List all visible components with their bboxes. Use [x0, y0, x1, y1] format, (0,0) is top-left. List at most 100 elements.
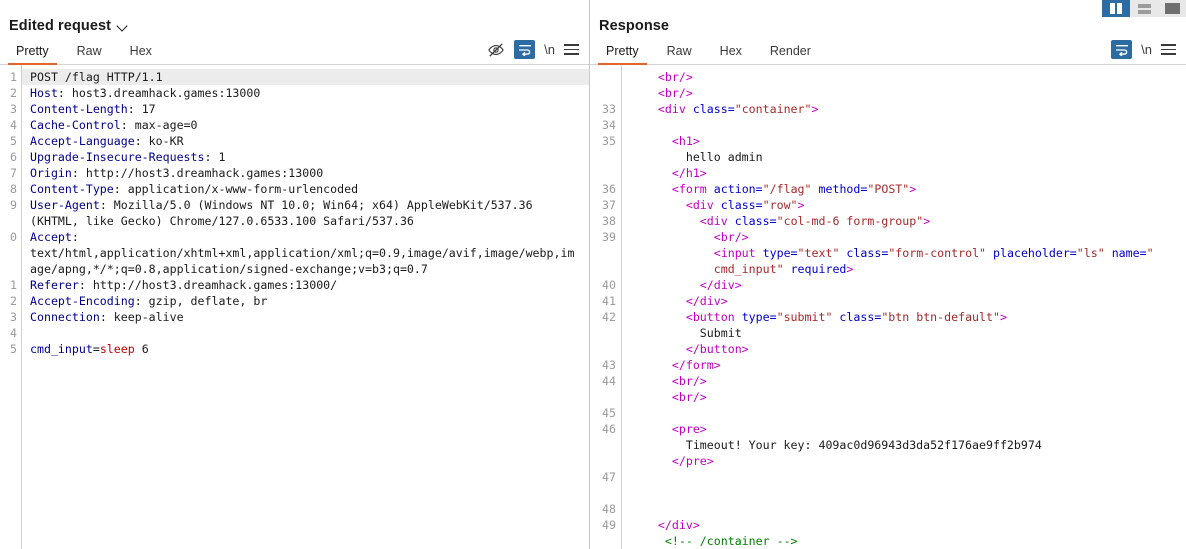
code-line: Origin: http://host3.dreamhack.games:130… [30, 165, 589, 181]
newline-label-request[interactable]: \n [544, 42, 555, 57]
code-token: Content-Length [30, 102, 128, 116]
code-token: cmd_input [30, 342, 93, 356]
line-number: 38 [602, 214, 616, 228]
code-token: cmd_input" [713, 262, 784, 276]
request-line-numbers: 1 2 3 4 5 6 7 8 9 0 1 2 3 4 5 [0, 65, 22, 549]
request-tab-bar: Pretty Raw Hex \n [0, 38, 589, 65]
code-line: (KHTML, like Gecko) Chrome/127.0.6533.10… [30, 213, 589, 229]
code-token: <input [713, 246, 763, 260]
code-token: Cache-Control [30, 118, 121, 132]
request-pane: Edited request Pretty Raw Hex \n 1 2 3 4… [0, 0, 589, 549]
menu-icon-request[interactable] [564, 43, 579, 56]
code-line: Submit [630, 325, 1186, 341]
tab-request-pretty[interactable]: Pretty [2, 44, 63, 65]
line-number: 1 [10, 278, 17, 292]
code-line: cmd_input" required> [630, 261, 1186, 277]
request-code[interactable]: POST /flag HTTP/1.1 Host: host3.dreamhack… [22, 65, 589, 549]
line-number: 2 [10, 294, 17, 308]
code-line: hello admin [630, 149, 1186, 165]
code-line: Content-Length: 17 [30, 101, 589, 117]
tab-request-raw[interactable]: Raw [63, 44, 116, 64]
code-line: </form> [630, 357, 1186, 373]
menu-icon-response[interactable] [1161, 43, 1176, 56]
code-token: type= [741, 310, 777, 324]
code-line: <br/> [630, 229, 1186, 245]
line-number: 40 [602, 278, 616, 292]
code-token: > [811, 102, 819, 116]
code-token: " [1146, 246, 1154, 260]
request-code-area[interactable]: 123456789012345 POST /flag HTTP/1.1 Host:… [0, 65, 589, 549]
horizontal-split-layout-button[interactable] [1130, 0, 1158, 17]
word-wrap-toggle-request[interactable] [514, 40, 536, 59]
code-line: Accept-Language: ko-KR [30, 133, 589, 149]
tab-response-render[interactable]: Render [756, 44, 825, 64]
tab-response-raw[interactable]: Raw [653, 44, 706, 64]
code-token: : ko-KR [134, 134, 184, 148]
line-number: 41 [602, 294, 616, 308]
code-token: "col-md-6 form-group" [776, 214, 924, 228]
line-number: 45 [602, 406, 616, 420]
code-token: "text" [797, 246, 840, 260]
code-token: </button> [685, 342, 749, 356]
tab-response-pretty[interactable]: Pretty [592, 44, 653, 65]
response-tab-bar: Pretty Raw Hex Render \n [590, 38, 1186, 65]
tab-request-hex[interactable]: Hex [116, 44, 166, 64]
code-token: Submit [630, 326, 742, 340]
response-pane: Response Pretty Raw Hex Render \n 33 34 … [589, 0, 1186, 549]
code-token: : max-age=0 [120, 118, 198, 132]
line-number: 47 [602, 470, 616, 484]
newline-label-response[interactable]: \n [1141, 42, 1152, 57]
line-number: 37 [602, 198, 616, 212]
line-number [590, 261, 616, 277]
vertical-split-icon [1110, 3, 1122, 14]
code-line: </h1> [630, 165, 1186, 181]
line-number [590, 533, 616, 549]
line-number: 36 [602, 182, 616, 196]
line-number [590, 245, 616, 261]
line-number: 33 [602, 102, 616, 116]
line-number: 3 [10, 102, 17, 116]
code-token: <br/> [657, 86, 693, 100]
single-pane-layout-button[interactable] [1158, 0, 1186, 17]
code-token: : application/x-www-form-urlencoded [113, 182, 359, 196]
code-token: <br/> [657, 70, 693, 84]
code-token: : 1 [204, 150, 226, 164]
code-token: "/flag" [762, 182, 812, 196]
code-token: name= [1111, 246, 1147, 260]
code-line: </div> [630, 293, 1186, 309]
line-number [0, 261, 17, 277]
eye-off-icon[interactable] [487, 42, 505, 58]
code-token: > [846, 262, 854, 276]
word-wrap-toggle-response[interactable] [1111, 40, 1133, 59]
code-token: "container" [734, 102, 812, 116]
code-line: Accept: [30, 229, 589, 245]
code-token: class= [846, 246, 889, 260]
code-token: </div> [657, 518, 700, 532]
code-token: <!-- /container --> [664, 534, 798, 548]
request-title: Edited request [9, 18, 112, 34]
code-token: "POST" [867, 182, 910, 196]
chevron-down-icon[interactable] [118, 22, 129, 33]
code-token: </pre> [671, 454, 714, 468]
code-token: </form> [671, 358, 721, 372]
line-number: 1 [10, 70, 17, 84]
code-token: : gzip, deflate, br [134, 294, 268, 308]
line-number [590, 69, 616, 85]
code-token: Referer [30, 278, 79, 292]
line-number: 4 [10, 326, 17, 340]
vertical-split-layout-button[interactable] [1102, 0, 1130, 17]
response-code[interactable]: <br/> <br/> <div class="container"> <h1>… [622, 65, 1186, 549]
code-line: <div class="container"> [630, 101, 1186, 117]
code-line: <button type="submit" class="btn btn-def… [630, 309, 1186, 325]
code-line: age/apng,*/*;q=0.8,application/signed-ex… [30, 261, 589, 277]
tab-response-hex[interactable]: Hex [706, 44, 756, 64]
code-token: Accept-Encoding [30, 294, 135, 308]
response-code-area[interactable]: 333435363738394041424344454647484950 <br… [590, 65, 1186, 549]
code-line: <div class="row"> [630, 197, 1186, 213]
